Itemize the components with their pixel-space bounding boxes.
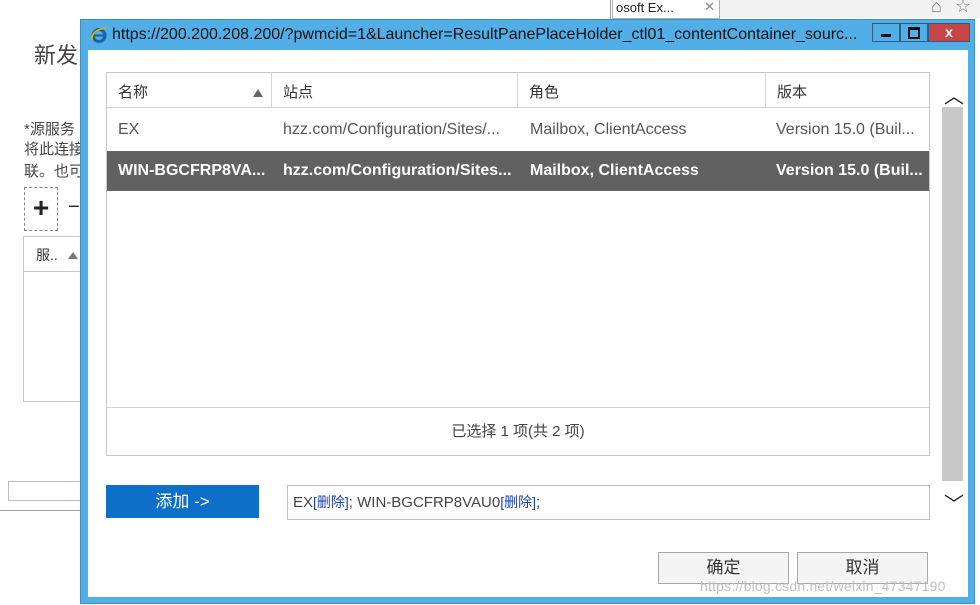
background-scrollbar[interactable] (8, 481, 82, 501)
delete-link[interactable]: [删除] (500, 494, 536, 510)
cell-name: EX (118, 121, 140, 138)
browser-tab[interactable]: osoft Ex... ✕ (612, 0, 720, 19)
background-text-line: 联。也可 (24, 163, 85, 180)
selected-servers-field[interactable]: EX[删除]; WIN-BGCFRP8VAU0[删除]; (287, 485, 930, 520)
cell-site: hzz.com/Configuration/Sites... (283, 162, 512, 179)
sort-ascending-icon (253, 89, 263, 97)
ie-icon (91, 27, 107, 43)
separator: ; (348, 494, 358, 511)
table-row-selected[interactable]: WIN-BGCFRP8VA... hzz.com/Configuration/S… (107, 151, 929, 191)
server-grid: 名称 站点 角色 版本 EX hzz.com/Configuration/Sit… (106, 72, 930, 456)
cell-role: Mailbox, ClientAccess (530, 121, 687, 138)
column-header-version[interactable]: 版本 (766, 73, 929, 107)
home-icon[interactable]: ⌂ (931, 0, 942, 17)
grid-header: 名称 站点 角色 版本 (107, 73, 929, 108)
selected-item: EX (293, 494, 314, 511)
cell-name: WIN-BGCFRP8VA... (118, 162, 266, 179)
close-button[interactable]: x (928, 23, 970, 42)
cell-version: Version 15.0 (Buil... (776, 162, 923, 179)
column-header-role[interactable]: 角色 (518, 73, 766, 107)
column-header-label: 角色 (529, 84, 560, 101)
column-header-label: 版本 (777, 84, 808, 101)
dialog-content: 名称 站点 角色 版本 EX hzz.com/Configuration/Sit… (88, 50, 968, 597)
dialog-title-url: https://200.200.208.200/?pwmcid=1&Launch… (112, 26, 858, 43)
minimize-button[interactable] (872, 23, 900, 42)
background-page-title: 新发 (34, 43, 79, 68)
column-header-site[interactable]: 站点 (272, 73, 518, 107)
browser-tab-label: osoft Ex... (616, 0, 674, 15)
remove-server-button[interactable]: − (68, 196, 80, 219)
table-row[interactable]: EX hzz.com/Configuration/Sites/... Mailb… (107, 110, 929, 150)
close-icon: x (945, 24, 953, 40)
add-button[interactable]: 添加 -> (106, 485, 259, 518)
sort-up-icon (68, 252, 78, 259)
background-table-header[interactable]: 服.. (24, 237, 84, 272)
server-picker-dialog: https://200.200.208.200/?pwmcid=1&Launch… (80, 19, 975, 604)
cell-version: Version 15.0 (Buil... (776, 121, 915, 138)
maximize-button[interactable] (900, 23, 928, 42)
tab-close-icon[interactable]: ✕ (704, 0, 715, 15)
column-header-name[interactable]: 名称 (107, 73, 272, 107)
minimize-icon (881, 34, 891, 37)
delete-link[interactable]: [删除] (313, 494, 349, 510)
cell-role: Mailbox, ClientAccess (530, 162, 699, 179)
selected-item: WIN-BGCFRP8VAU0 (357, 494, 501, 511)
column-header-label: 名称 (118, 84, 149, 101)
maximize-icon (908, 27, 920, 39)
background-column-server: 服.. (36, 247, 58, 263)
background-text-line: *源服务 (24, 121, 75, 138)
scrollbar-thumb[interactable] (942, 107, 963, 481)
cell-site: hzz.com/Configuration/Sites/... (283, 121, 500, 138)
selection-status: 已选择 1 项(共 2 项) (107, 407, 929, 456)
background-server-table: 服.. (23, 236, 85, 402)
favorites-star-icon[interactable]: ☆ (955, 0, 971, 17)
add-server-button[interactable]: + (24, 187, 58, 231)
scroll-down-icon[interactable]: ﹀ (944, 488, 964, 517)
watermark: https://blog.csdn.net/weixin_47347190 (700, 578, 946, 594)
trailing-separator: ; (536, 494, 541, 511)
scroll-up-icon[interactable]: ︿ (944, 80, 964, 109)
column-header-label: 站点 (283, 84, 314, 101)
background-text-line: 将此连接 (24, 141, 85, 158)
